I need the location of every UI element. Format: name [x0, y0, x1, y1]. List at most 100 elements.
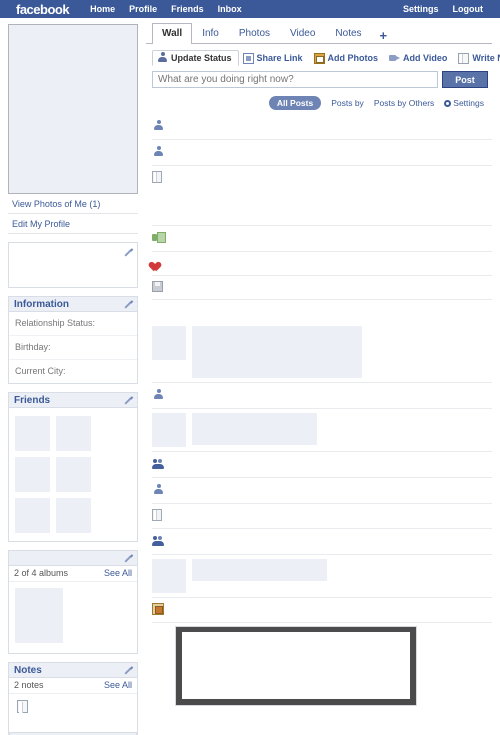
status-input[interactable]: [152, 71, 438, 88]
facebook-logo[interactable]: facebook: [8, 2, 70, 17]
note-icon: [458, 52, 470, 64]
top-navigation-bar: facebook Home Profile Friends Inbox Sett…: [0, 0, 500, 18]
feed-settings-link[interactable]: Settings: [444, 98, 484, 108]
pencil-icon[interactable]: [123, 666, 132, 675]
edit-my-profile-link[interactable]: Edit My Profile: [12, 219, 70, 229]
feed-story[interactable]: [152, 504, 492, 529]
add-tab-button[interactable]: +: [372, 29, 396, 43]
feed-story[interactable]: [152, 276, 492, 300]
feed-story[interactable]: [152, 383, 492, 409]
gear-icon: [444, 100, 452, 107]
pencil-icon[interactable]: [123, 300, 132, 309]
tab-info[interactable]: Info: [192, 23, 229, 43]
friend-thumbnail[interactable]: [56, 416, 91, 451]
story-thumbnail[interactable]: [152, 413, 186, 447]
add-video-button[interactable]: Add Video: [385, 51, 454, 66]
album-thumbnail[interactable]: [15, 588, 63, 643]
video-player-placeholder[interactable]: [176, 627, 416, 705]
update-status-button[interactable]: Update Status: [152, 50, 239, 66]
profile-photo[interactable]: [8, 24, 138, 194]
note-icon[interactable]: [17, 700, 28, 713]
feed-story[interactable]: [152, 478, 492, 504]
edit-profile-row: Edit My Profile: [8, 214, 138, 234]
information-header: Information: [9, 297, 137, 312]
share-link-label: Share Link: [256, 53, 303, 63]
add-photos-button[interactable]: Add Photos: [310, 51, 386, 66]
filter-posts-by-others[interactable]: Posts by Others: [374, 98, 434, 108]
friends-title: Friends: [14, 394, 51, 406]
feed-story[interactable]: [152, 529, 492, 555]
person-icon: [152, 118, 165, 135]
view-photos-of-me-link[interactable]: View Photos of Me (1): [12, 199, 100, 209]
people-icon: [152, 456, 165, 473]
nav-friends[interactable]: Friends: [164, 4, 211, 14]
feed-story-video[interactable]: [152, 598, 492, 623]
tab-video[interactable]: Video: [280, 23, 325, 43]
share-link-button[interactable]: Share Link: [239, 51, 310, 66]
person-icon: [152, 144, 165, 161]
pencil-icon[interactable]: [123, 554, 132, 563]
feed-story[interactable]: [152, 322, 492, 383]
publisher: Update Status Share Link Add Photos Add …: [146, 44, 500, 88]
friends-grid: [9, 408, 137, 541]
friend-thumbnail[interactable]: [15, 416, 50, 451]
notes-count-row: 2 notes See All: [9, 678, 137, 694]
feed-story[interactable]: [152, 252, 492, 276]
left-sidebar: View Photos of Me (1) Edit My Profile In…: [8, 24, 138, 735]
feed-spacer: [152, 300, 492, 322]
write-note-button[interactable]: Write Note: [454, 51, 500, 66]
profile-tab-bar: Wall Info Photos Video Notes +: [146, 23, 492, 44]
filter-posts-by[interactable]: Posts by: [331, 98, 364, 108]
nav-profile[interactable]: Profile: [122, 4, 164, 14]
albums-count-label: 2 of 4 albums: [14, 568, 69, 578]
nav-logout[interactable]: Logout: [446, 4, 491, 14]
feed-story[interactable]: [152, 555, 492, 598]
link-icon: [242, 52, 254, 64]
tab-photos[interactable]: Photos: [229, 23, 280, 43]
story-thumbnail[interactable]: [152, 559, 186, 593]
album-list: [9, 582, 137, 653]
view-photos-row: View Photos of Me (1): [8, 194, 138, 214]
story-thumbnail[interactable]: [152, 326, 186, 360]
friend-thumbnail[interactable]: [15, 457, 50, 492]
notes-title: Notes: [14, 664, 42, 676]
people-icon: [152, 533, 165, 550]
post-button[interactable]: Post: [442, 71, 488, 88]
feed-story[interactable]: [152, 140, 492, 166]
friend-thumbnail[interactable]: [56, 457, 91, 492]
feed-story[interactable]: [152, 452, 492, 478]
info-label: Current City:: [15, 366, 66, 376]
nav-home[interactable]: Home: [83, 4, 122, 14]
story-content: [192, 559, 486, 581]
notes-list: [9, 694, 137, 726]
photos-see-all-link[interactable]: See All: [104, 568, 132, 578]
photo-icon: [313, 52, 325, 64]
pencil-icon[interactable]: [123, 248, 132, 257]
feed-story[interactable]: [152, 226, 492, 252]
bio-box[interactable]: [8, 242, 138, 288]
tab-wall[interactable]: Wall: [152, 23, 193, 44]
story-content-placeholder: [192, 326, 362, 378]
filter-all-posts[interactable]: All Posts: [268, 96, 322, 110]
friend-thumbnail[interactable]: [15, 498, 50, 533]
nav-settings[interactable]: Settings: [396, 4, 446, 14]
wall-feed: [146, 114, 492, 705]
information-title: Information: [14, 298, 69, 310]
photo-icon: [152, 602, 165, 618]
feed-story[interactable]: [152, 409, 492, 452]
feed-story[interactable]: [152, 114, 492, 140]
note-icon: [152, 508, 165, 524]
friends-header: Friends: [9, 393, 137, 408]
save-icon: [152, 280, 165, 295]
tab-notes[interactable]: Notes: [325, 23, 371, 43]
notes-count-label: 2 notes: [14, 680, 44, 690]
info-label: Birthday:: [15, 342, 51, 352]
info-row-current-city: Current City:: [9, 360, 137, 383]
nav-inbox[interactable]: Inbox: [211, 4, 249, 14]
friend-thumbnail[interactable]: [56, 498, 91, 533]
page-body: View Photos of Me (1) Edit My Profile In…: [0, 18, 500, 735]
publisher-actions: Update Status Share Link Add Photos Add …: [152, 50, 500, 71]
pencil-icon[interactable]: [123, 396, 132, 405]
feed-story[interactable]: [152, 166, 492, 226]
notes-see-all-link[interactable]: See All: [104, 680, 132, 690]
